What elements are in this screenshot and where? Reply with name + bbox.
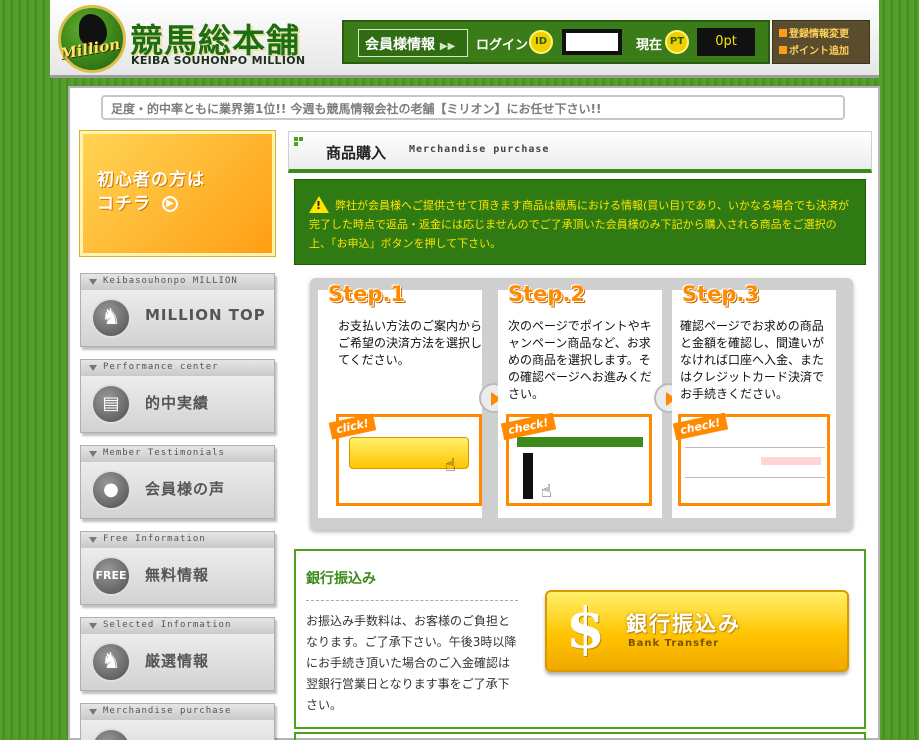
step-text: 確認ページでお求めの商品と金額を確認し、間違いがなければ口座へ入金、またはクレジ… (680, 319, 825, 401)
next-section (294, 732, 866, 740)
beginner-line-1: 初心者の方は (97, 170, 205, 190)
warning-icon (309, 196, 329, 213)
bank-transfer-title: 銀行振込み (306, 571, 376, 587)
mini-table-line (685, 447, 825, 448)
step-2: Step.2 次のページでポイントやキャンペーン商品など、お求めの商品を選択しま… (498, 282, 662, 518)
step-3: Step.3 確認ページでお求めの商品と金額を確認し、間違いがなければ口座へ入金… (672, 282, 836, 518)
step-title: Step.3 (682, 282, 760, 306)
mini-table-line (685, 477, 825, 478)
horse-icon: ♞ (91, 642, 131, 682)
step-title: Step.1 (328, 282, 406, 306)
edit-registration-label: 登録情報変更 (789, 29, 849, 40)
grid-icon (294, 137, 304, 147)
points-value: 0pt (697, 28, 755, 56)
nav-label: MILLION TOP (145, 306, 266, 324)
cart-icon (91, 728, 131, 740)
notice-text: 弊社が会員様へご提供させて頂きます商品は競馬における情報(買い目)であり、いかな… (309, 199, 850, 250)
document-icon: ▤ (91, 384, 131, 424)
arrow-right-icon: ▶ (162, 196, 178, 212)
pointer-icon: ☝ (445, 455, 456, 476)
nav-million-top[interactable]: Keibasouhonpo MILLION ♞ MILLION TOP (80, 273, 275, 347)
chevron-right-icon: ▶▶ (439, 41, 456, 52)
mini-header-image (517, 437, 643, 447)
beginner-banner-text: 初心者の方は コチラ (97, 168, 205, 216)
dollar-icon: $ (566, 596, 605, 662)
nav-testimonials[interactable]: Member Testimonials ● 会員様の声 (80, 445, 275, 519)
login-label: ログイン (476, 38, 529, 53)
nav-caption: Member Testimonials (81, 446, 274, 462)
checkbox-icon (779, 46, 787, 54)
bank-transfer-button-label: 銀行振込み (626, 612, 741, 636)
step-text: お支払い方法のご案内からご希望の決済方法を選択してください。 (338, 319, 483, 367)
nav-selected-info[interactable]: Selected Information ♞ 厳選情報 (80, 617, 275, 691)
nav-label: 無料情報 (145, 566, 210, 584)
news-marquee: 足度・的中率ともに業界第1位!! 今週も競馬情報会社の老舗【ミリオン】にお任せ下… (101, 95, 845, 120)
bank-transfer-button-sub: Bank Transfer (628, 638, 720, 649)
beginner-line-2: コチラ (97, 194, 151, 214)
free-icon: FREE (91, 556, 131, 596)
nav-label: 会員様の声 (145, 480, 226, 498)
id-badge-icon: ID (529, 30, 553, 54)
current-points-label: 現在 (636, 38, 663, 53)
horse-icon: ♞ (91, 298, 131, 338)
nav-caption: Merchandise purchase (81, 704, 274, 720)
nav-merchandise[interactable]: Merchandise purchase (80, 703, 275, 740)
mini-amount-cell (761, 457, 821, 465)
person-icon: ● (91, 470, 131, 510)
checkbox-icon (779, 29, 787, 37)
nav-performance[interactable]: Performance center ▤ 的中実績 (80, 359, 275, 433)
pt-badge-icon: PT (665, 30, 689, 54)
nav-label: 的中実績 (145, 394, 210, 412)
login-id-field[interactable] (562, 29, 622, 55)
member-info-button[interactable]: 会員様情報 ▶▶ (358, 29, 468, 57)
add-points-link[interactable]: ポイント追加 (779, 43, 863, 60)
pointer-icon: ☝ (541, 481, 552, 502)
page-subtitle: Merchandise purchase (409, 144, 550, 155)
member-info-label: 会員様情報 (365, 37, 435, 53)
account-links: 登録情報変更 ポイント追加 (772, 20, 870, 64)
page-title: 商品購入 (326, 144, 387, 162)
nav-label: 厳選情報 (145, 652, 210, 670)
nav-caption: Selected Information (81, 618, 274, 634)
nav-caption: Performance center (81, 360, 274, 376)
step-title: Step.2 (508, 282, 586, 306)
bank-transfer-description: お振込み手数料は、お客様のご負担となります。ご了承下さい。午後3時以降にお手続き… (306, 614, 517, 712)
step-text: 次のページでポイントやキャンペーン商品など、お求めの商品を選択します。その確認ペ… (508, 319, 652, 401)
step-1: Step.1 お支払い方法のご案内からご希望の決済方法を選択してください。 ☝ … (318, 282, 482, 518)
site-logo-subtitle: KEIBA SOUHONPO MILLION (131, 54, 306, 67)
mini-item-image (523, 453, 533, 499)
add-points-label: ポイント追加 (789, 46, 849, 57)
nav-caption: Keibasouhonpo MILLION (81, 274, 274, 290)
notice-box: 弊社が会員様へご提供させて頂きます商品は競馬における情報(買い目)であり、いかな… (294, 179, 866, 265)
nav-caption: Free Information (81, 532, 274, 548)
dashed-divider (306, 600, 518, 601)
nav-free-info[interactable]: Free Information FREE 無料情報 (80, 531, 275, 605)
edit-registration-link[interactable]: 登録情報変更 (779, 26, 863, 43)
